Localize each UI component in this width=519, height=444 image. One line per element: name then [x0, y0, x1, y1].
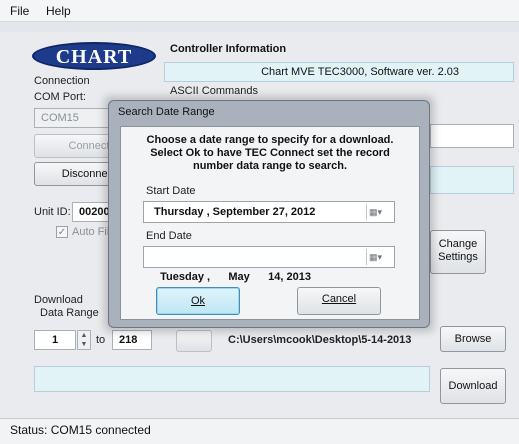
- controller-info-field: Chart MVE TEC3000, Software ver. 2.03: [164, 62, 514, 82]
- cancel-label: Cancel: [321, 293, 357, 305]
- ascii-command-field[interactable]: [430, 124, 514, 148]
- unit-id-label: Unit ID:: [34, 206, 71, 218]
- status-text: Status: COM15 connected: [10, 423, 151, 437]
- connection-label: Connection: [34, 75, 90, 87]
- change-settings-button[interactable]: Change Settings: [430, 230, 486, 274]
- calendar-dropdown-icon[interactable]: ▦▾: [366, 204, 384, 220]
- dialog-message-line: Choose a date range to specify for a dow…: [146, 134, 394, 146]
- menu-bar: [0, 0, 519, 22]
- data-range-label: Data Range: [40, 307, 99, 319]
- menu-help[interactable]: Help: [46, 4, 71, 18]
- toolbar-strip: [0, 22, 519, 32]
- cancel-button[interactable]: Cancel: [297, 287, 381, 315]
- menu-file[interactable]: File: [10, 4, 29, 18]
- dialog-message-line: Select Ok to have TEC Connect set the re…: [150, 147, 390, 159]
- start-date-label: Start Date: [146, 185, 196, 197]
- download-path: C:\Users\mcook\Desktop\5-14-2013: [228, 334, 412, 346]
- range-set-button[interactable]: [176, 330, 212, 352]
- chart-logo: CHART: [32, 42, 156, 70]
- download-progress-bar: [34, 366, 430, 392]
- ok-label: Ok: [190, 295, 206, 307]
- auto-fill-checkbox[interactable]: ✓: [56, 226, 68, 238]
- browse-button[interactable]: Browse: [440, 326, 506, 352]
- response-box: [430, 166, 514, 194]
- range-to-label: to: [96, 334, 106, 346]
- download-label: Download: [34, 294, 83, 306]
- dialog-message-line: number data range to search.: [192, 160, 348, 172]
- range-from-spinner[interactable]: ▲ ▼: [77, 330, 91, 350]
- download-button[interactable]: Download: [440, 368, 506, 404]
- end-date-picker[interactable]: Tuesday , May 14, 2013: [143, 246, 395, 283]
- ok-button[interactable]: Ok: [156, 287, 240, 315]
- end-date-label: End Date: [146, 230, 192, 242]
- range-from-field[interactable]: 1: [34, 330, 76, 350]
- start-date-picker[interactable]: Thursday , September 27, 2012: [143, 201, 395, 223]
- calendar-dropdown-icon[interactable]: ▦▾: [366, 249, 384, 265]
- dialog-title: Search Date Range: [118, 106, 215, 118]
- com-port-label: COM Port:: [34, 91, 86, 103]
- controller-info-title: Controller Information: [170, 43, 287, 55]
- end-date-value: Tuesday , May 14, 2013: [160, 271, 311, 283]
- start-date-value: Thursday , September 27, 2012: [154, 206, 316, 218]
- dialog-message: Choose a date range to specify for a dow…: [122, 134, 418, 173]
- range-to-field[interactable]: 218: [112, 330, 152, 350]
